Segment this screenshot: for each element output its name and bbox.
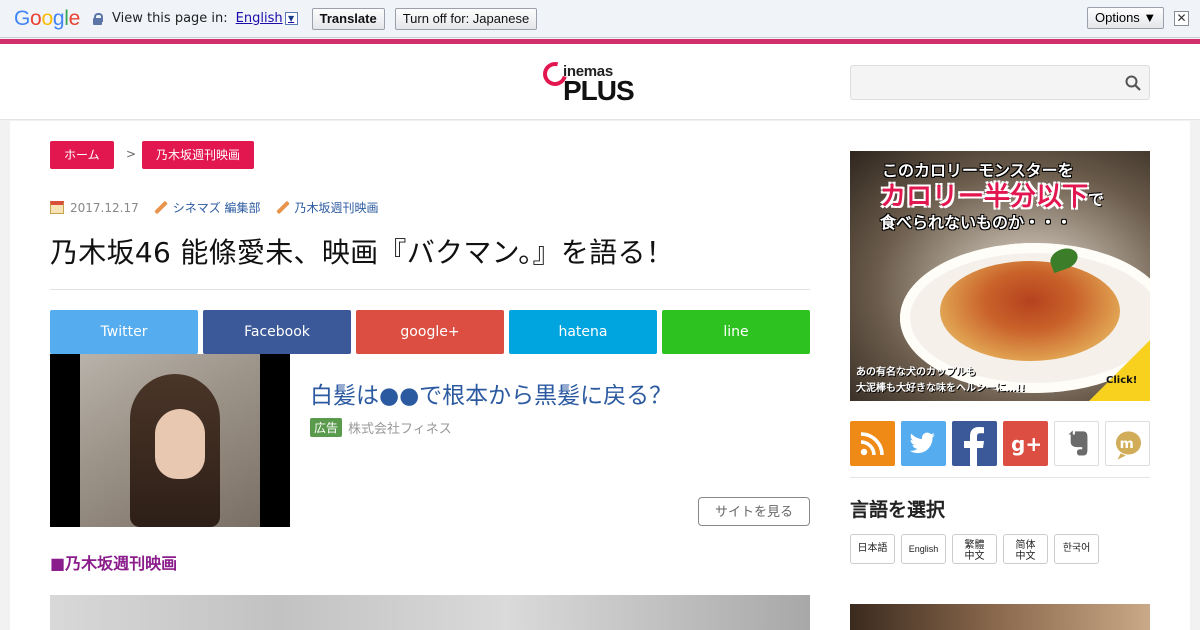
category-link[interactable]: 乃木坂週刊映画	[295, 199, 379, 216]
banner-caption1: あの有名な犬のカップルも	[856, 367, 976, 378]
google-plus-icon[interactable]: g+	[1003, 421, 1048, 466]
language-simplified-chinese-button[interactable]: 简体 中文	[1003, 534, 1048, 564]
language-heading: 言語を選択	[850, 499, 946, 521]
share-facebook-button[interactable]: Facebook	[203, 310, 351, 354]
twitter-icon[interactable]	[901, 421, 946, 466]
share-google-button[interactable]: google+	[356, 310, 504, 354]
search-box	[850, 65, 1150, 100]
rss-icon[interactable]	[850, 421, 895, 466]
google-logo-letter: o	[41, 6, 53, 30]
turn-off-button[interactable]: Turn off for: Japanese	[394, 7, 538, 30]
close-icon[interactable]: ✕	[1174, 11, 1189, 26]
facebook-icon[interactable]	[952, 421, 997, 466]
language-english-button[interactable]: English	[901, 534, 946, 564]
share-line-button[interactable]: line	[662, 310, 810, 354]
banner-line2: カロリー半分以下で	[880, 176, 1104, 213]
pencil-icon	[153, 201, 167, 215]
language-select[interactable]: English ▼	[236, 11, 298, 26]
banner-line2-suffix: で	[1088, 190, 1105, 209]
language-traditional-chinese-button[interactable]: 繁體 中文	[952, 534, 997, 564]
pencil-icon	[275, 201, 289, 215]
ad-sponsor: 株式会社フィネス	[348, 422, 452, 437]
svg-text:g+: g+	[1011, 432, 1042, 456]
google-logo-letter: o	[30, 6, 42, 30]
author-link[interactable]: シネマズ 編集部	[173, 199, 261, 216]
pasta-image	[940, 261, 1120, 361]
lang-zhs-line1: 简体	[1015, 539, 1036, 551]
sidebar-divider	[850, 477, 1150, 478]
breadcrumb-category[interactable]: 乃木坂週刊映画	[142, 141, 255, 169]
options-button[interactable]: Options ▼	[1087, 7, 1165, 29]
ad-visit-button[interactable]: サイトを見る	[698, 497, 810, 526]
chevron-down-icon: ▼	[284, 12, 298, 25]
article-title: 乃木坂46 能條愛未、映画『バクマン。』を語る！	[50, 236, 675, 269]
logo-text-big: PLUS	[563, 75, 635, 106]
mixi-icon[interactable]: m	[1105, 421, 1150, 466]
banner-line2-main: カロリー半分以下	[880, 182, 1089, 212]
lang-zht-line2: 中文	[964, 550, 985, 562]
lang-zhs-line2: 中文	[1015, 550, 1036, 562]
share-twitter-button[interactable]: Twitter	[50, 310, 198, 354]
svg-text:m: m	[1120, 436, 1134, 452]
sidebar-ad-banner[interactable]: このカロリーモンスターを カロリー半分以下で 食べられないものか・・・ あの有名…	[850, 151, 1150, 401]
ad-title-link[interactable]: 白髪は●●で根本から黒髪に戻る？	[310, 376, 672, 410]
language-korean-button[interactable]: 한국어	[1054, 534, 1099, 564]
lock-icon	[92, 12, 103, 25]
google-logo-letter: G	[14, 6, 31, 30]
search-input[interactable]	[851, 66, 1111, 99]
banner-line3: 食べられないものか・・・	[880, 213, 1073, 232]
translate-prompt: View this page in:	[111, 11, 228, 26]
article-meta: 2017.12.17 シネマズ 編集部 乃木坂週刊映画	[50, 199, 379, 216]
translate-button[interactable]: Translate	[311, 7, 385, 30]
ad-photo-face	[155, 409, 205, 479]
breadcrumb-home[interactable]: ホーム	[50, 141, 114, 169]
calendar-icon	[50, 201, 64, 214]
section-label: ■乃木坂週刊映画	[50, 554, 178, 573]
google-logo-letter: e	[68, 6, 81, 30]
title-divider	[50, 289, 810, 290]
share-hatena-button[interactable]: hatena	[509, 310, 657, 354]
language-select-value: English	[235, 11, 283, 26]
search-icon[interactable]	[1125, 75, 1141, 91]
ad-badge: 広告	[310, 418, 343, 437]
article-photo	[50, 595, 810, 630]
language-japanese-button[interactable]: 日本語	[850, 534, 895, 564]
ad-image[interactable]	[50, 354, 290, 527]
banner-caption2: 大泥棒も大好きな味をヘルシーに…!!	[856, 383, 1026, 394]
sidebar-article-photo[interactable]	[850, 604, 1150, 630]
main-content: ホーム > 乃木坂週刊映画 2017.12.17 シネマズ 編集部 乃木坂週刊映…	[10, 121, 1190, 630]
article-date: 2017.12.17	[70, 200, 139, 215]
ad-photo	[80, 354, 260, 527]
evernote-icon[interactable]	[1054, 421, 1099, 466]
site-header: inemas PLUS	[0, 44, 1200, 120]
google-logo: Google	[14, 7, 80, 31]
lang-zht-line1: 繁體	[964, 539, 985, 551]
breadcrumb-separator: >	[126, 147, 137, 161]
banner-click-text: Click!	[1106, 375, 1138, 386]
google-logo-letter: g	[52, 6, 65, 30]
translate-bar: Google View this page in: English ▼ Tran…	[0, 0, 1200, 38]
site-logo[interactable]: inemas PLUS	[538, 57, 643, 106]
